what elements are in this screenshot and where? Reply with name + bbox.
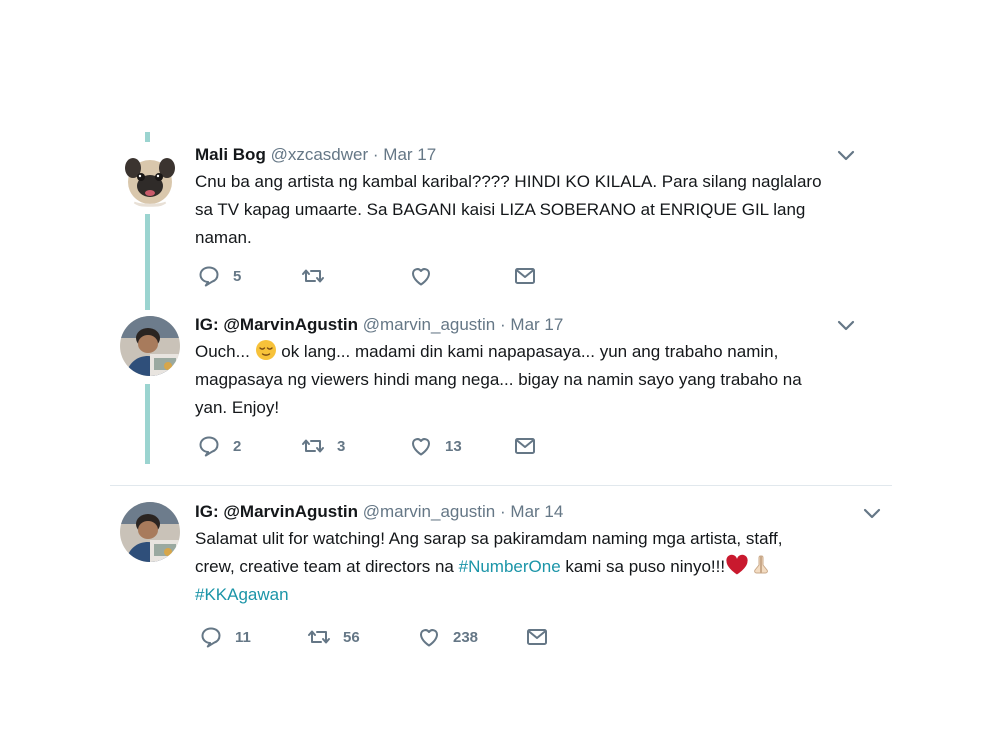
- display-name[interactable]: Mali Bog: [195, 145, 266, 164]
- praying-hands-emoji-icon: [754, 555, 768, 574]
- display-name[interactable]: IG: @MarvinAgustin: [195, 502, 358, 521]
- user-handle[interactable]: @xzcasdwer: [271, 145, 369, 164]
- tweet-actions: 11 56 238: [199, 625, 599, 649]
- reply-count: 11: [235, 628, 251, 646]
- tweet-text: Cnu ba ang artista ng kambal karibal????…: [195, 172, 822, 247]
- tweet-actions: 5: [197, 264, 597, 288]
- reply-button[interactable]: 5: [197, 264, 241, 288]
- reply-count: 2: [233, 437, 242, 455]
- heart-icon: [409, 264, 433, 288]
- like-count: 238: [453, 628, 479, 646]
- like-button[interactable]: 13: [409, 434, 462, 458]
- envelope-icon: [525, 625, 549, 649]
- envelope-icon: [513, 434, 537, 458]
- tweet-actions: 2 3 13: [197, 434, 597, 458]
- separator-dot: ·: [500, 502, 506, 521]
- like-count: 13: [445, 437, 462, 455]
- tweet-header: IG: @MarvinAgustin @marvin_agustin · Mar…: [195, 502, 563, 522]
- tweet-text: Ouch... ok lang... madami din kami napap…: [195, 338, 895, 422]
- tweet-date[interactable]: Mar 17: [510, 315, 563, 334]
- avatar[interactable]: [120, 502, 180, 562]
- red-heart-emoji-icon: [726, 554, 748, 575]
- retweet-icon: [301, 434, 325, 458]
- tweet-text: Salamat ulit for watching! Ang sarap sa …: [195, 525, 895, 609]
- retweet-icon: [301, 264, 325, 288]
- retweet-icon: [307, 625, 331, 649]
- retweet-button[interactable]: 56: [307, 625, 360, 649]
- profile-photo-image: [120, 502, 180, 562]
- tweet-date[interactable]: Mar 14: [510, 502, 563, 521]
- hashtag-link[interactable]: #NumberOne: [459, 557, 561, 576]
- message-button[interactable]: [525, 625, 549, 649]
- reply-icon: [197, 434, 221, 458]
- separator-dot: ·: [500, 315, 506, 334]
- retweet-button[interactable]: [301, 264, 337, 288]
- envelope-icon: [513, 264, 537, 288]
- thread-line-middle: [145, 214, 150, 310]
- reply-icon: [197, 264, 221, 288]
- reply-button[interactable]: 11: [199, 625, 251, 649]
- avatar[interactable]: [120, 148, 180, 208]
- chevron-down-icon[interactable]: [836, 319, 856, 333]
- user-handle[interactable]: @marvin_agustin: [363, 502, 496, 521]
- chevron-down-icon[interactable]: [862, 507, 882, 521]
- reply-button[interactable]: 2: [197, 434, 241, 458]
- user-handle[interactable]: @marvin_agustin: [363, 315, 496, 334]
- tweet-date[interactable]: Mar 17: [383, 145, 436, 164]
- relieved-face-emoji-icon: [255, 340, 276, 360]
- like-button[interactable]: [409, 264, 445, 288]
- avatar[interactable]: [120, 316, 180, 376]
- thread-line-bottom: [145, 384, 150, 464]
- like-button[interactable]: 238: [417, 625, 478, 649]
- heart-icon: [409, 434, 433, 458]
- display-name[interactable]: IG: @MarvinAgustin: [195, 315, 358, 334]
- pug-avatar-image: [120, 148, 180, 208]
- tweet-text-part: ok lang... madami din kami napapasaya...…: [195, 342, 802, 417]
- hashtag-link[interactable]: #KKAgawan: [195, 585, 289, 604]
- heart-icon: [417, 625, 441, 649]
- tweet-text-part: Ouch...: [195, 342, 255, 361]
- message-button[interactable]: [513, 434, 537, 458]
- retweet-count: 56: [343, 628, 360, 646]
- retweet-button[interactable]: 3: [301, 434, 345, 458]
- tweet-text-part: kami sa puso ninyo!!!: [560, 557, 726, 576]
- retweet-count: 3: [337, 437, 346, 455]
- thread-line-top: [145, 132, 150, 142]
- message-button[interactable]: [513, 264, 537, 288]
- tweet-header: IG: @MarvinAgustin @marvin_agustin · Mar…: [195, 315, 563, 335]
- chevron-down-icon[interactable]: [836, 149, 856, 163]
- tweet-header: Mali Bog @xzcasdwer · Mar 17: [195, 145, 436, 165]
- separator-dot: ·: [372, 145, 379, 164]
- profile-photo-image: [120, 316, 180, 376]
- reply-count: 5: [233, 267, 242, 285]
- divider: [110, 485, 892, 486]
- reply-icon: [199, 625, 223, 649]
